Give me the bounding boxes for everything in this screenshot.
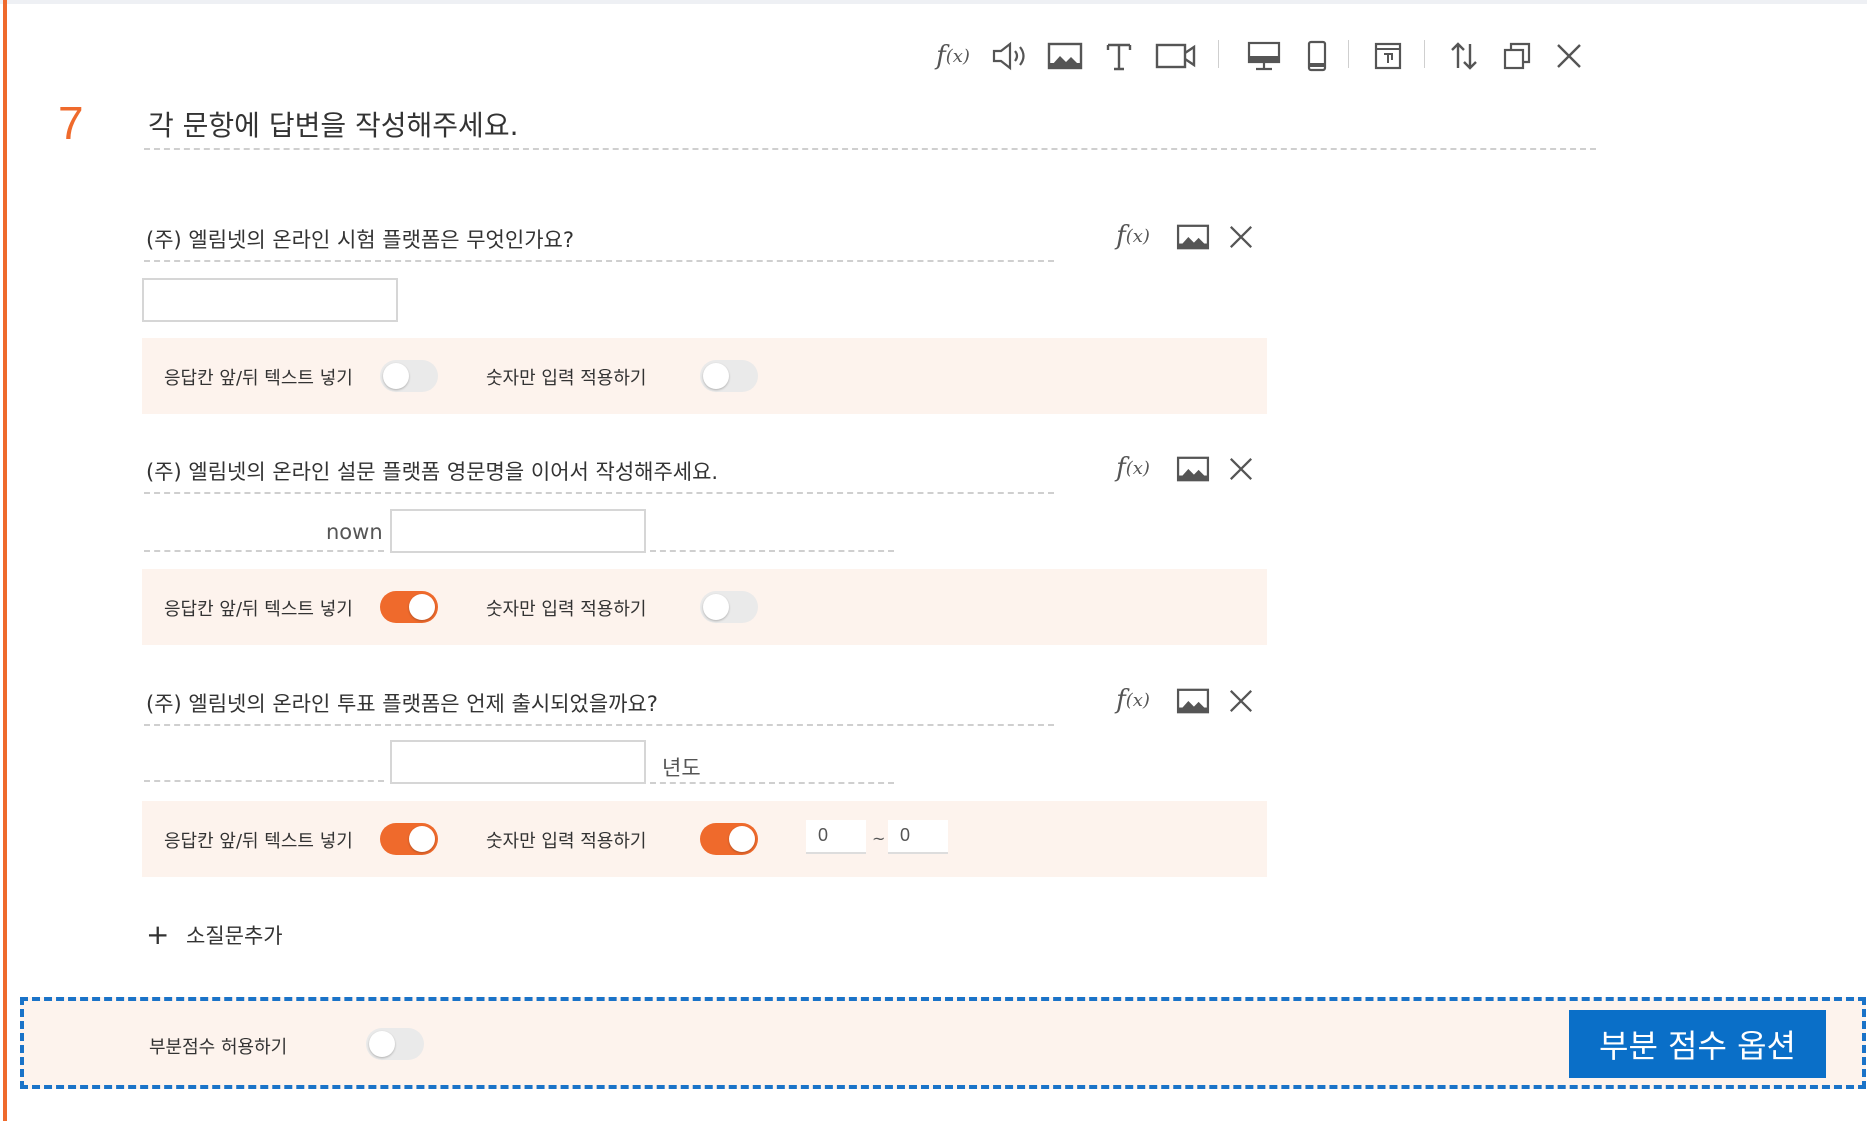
toggle-knob	[703, 363, 729, 389]
subquestion-3-options: 응답칸 앞/뒤 텍스트 넣기 숫자만 입력 적용하기 0 ~ 0	[142, 801, 1267, 877]
numeric-toggle[interactable]	[700, 591, 758, 623]
image-icon[interactable]	[1046, 38, 1084, 74]
close-icon[interactable]	[1224, 684, 1258, 718]
toggle-knob	[369, 1031, 395, 1057]
sort-icon[interactable]	[1446, 38, 1482, 74]
subquestion-1-underline	[144, 260, 1054, 262]
subquestion-3-text[interactable]: (주) 엘림넷의 온라인 투표 플랫폼은 언제 출시되었을까요?	[146, 688, 658, 718]
subquestion-2-text[interactable]: (주) 엘림넷의 온라인 설문 플랫폼 영문명을 이어서 작성해주세요.	[146, 456, 718, 486]
fx-icon[interactable]: f (x)	[1110, 680, 1156, 720]
affix-toggle-label: 응답칸 앞/뒤 텍스트 넣기	[164, 831, 353, 852]
toggle-knob	[703, 594, 729, 620]
prefix-field-line	[144, 550, 384, 552]
close-icon[interactable]	[1224, 220, 1258, 254]
image-icon[interactable]	[1174, 220, 1212, 254]
range-max-input[interactable]: 0	[888, 820, 948, 854]
subquestion-1-text[interactable]: (주) 엘림넷의 온라인 시험 플랫폼은 무엇인가요?	[146, 224, 574, 254]
numeric-toggle-label: 숫자만 입력 적용하기	[486, 831, 647, 852]
frame-icon[interactable]	[1370, 38, 1406, 74]
partial-score-toggle[interactable]	[366, 1028, 424, 1060]
title-underline	[144, 148, 1596, 150]
question-accent-bar	[3, 0, 7, 1121]
affix-toggle[interactable]	[380, 360, 438, 392]
video-icon[interactable]	[1154, 38, 1198, 74]
numeric-toggle[interactable]	[700, 360, 758, 392]
fx-icon[interactable]: f (x)	[930, 36, 976, 76]
suffix-field-line	[650, 550, 894, 552]
numeric-toggle[interactable]	[700, 823, 758, 855]
numeric-toggle-label: 숫자만 입력 적용하기	[486, 368, 647, 389]
question-number: 7	[58, 97, 84, 149]
plus-icon: +	[146, 918, 170, 951]
toolbar-divider	[1424, 40, 1425, 68]
toggle-knob	[383, 363, 409, 389]
partial-score-options-button[interactable]: 부분 점수 옵션	[1569, 1010, 1826, 1078]
image-icon[interactable]	[1174, 684, 1212, 718]
close-icon[interactable]	[1552, 38, 1586, 74]
range-separator: ~	[872, 829, 886, 848]
answer-suffix[interactable]: 년도	[662, 752, 701, 782]
partial-score-label: 부분점수 허용하기	[149, 1037, 288, 1058]
mobile-icon[interactable]	[1302, 38, 1332, 74]
text-icon[interactable]	[1102, 38, 1136, 74]
close-icon[interactable]	[1224, 452, 1258, 486]
toolbar-divider	[1218, 40, 1219, 68]
subquestion-3-underline	[144, 724, 1054, 726]
fx-icon[interactable]: f (x)	[1110, 448, 1156, 488]
copy-icon[interactable]	[1500, 38, 1534, 74]
speaker-icon[interactable]	[990, 38, 1030, 74]
answer-prefix[interactable]: nown	[326, 520, 383, 544]
answer-input[interactable]	[390, 740, 646, 784]
monitor-icon[interactable]	[1244, 38, 1284, 74]
toolbar-divider	[1348, 40, 1349, 68]
toggle-knob	[409, 826, 435, 852]
fx-icon[interactable]: f (x)	[1110, 216, 1156, 256]
top-border	[0, 0, 1867, 4]
affix-toggle-label: 응답칸 앞/뒤 텍스트 넣기	[164, 368, 353, 389]
subquestion-1-options: 응답칸 앞/뒤 텍스트 넣기 숫자만 입력 적용하기	[142, 338, 1267, 414]
toggle-knob	[729, 826, 755, 852]
add-subquestion-label: 소질문추가	[186, 923, 283, 948]
add-subquestion-button[interactable]: + 소질문추가	[146, 918, 283, 951]
affix-toggle-label: 응답칸 앞/뒤 텍스트 넣기	[164, 599, 353, 620]
toggle-knob	[409, 594, 435, 620]
subquestion-2-underline	[144, 492, 1054, 494]
image-icon[interactable]	[1174, 452, 1212, 486]
numeric-toggle-label: 숫자만 입력 적용하기	[486, 599, 647, 620]
answer-input[interactable]	[142, 278, 398, 322]
affix-toggle[interactable]	[380, 591, 438, 623]
question-title[interactable]: 각 문항에 답변을 작성해주세요.	[148, 104, 518, 144]
range-min-input[interactable]: 0	[806, 820, 866, 854]
affix-toggle[interactable]	[380, 823, 438, 855]
subquestion-2-options: 응답칸 앞/뒤 텍스트 넣기 숫자만 입력 적용하기	[142, 569, 1267, 645]
answer-input[interactable]	[390, 509, 646, 553]
prefix-field-line	[144, 780, 384, 782]
suffix-field-line	[650, 782, 894, 784]
